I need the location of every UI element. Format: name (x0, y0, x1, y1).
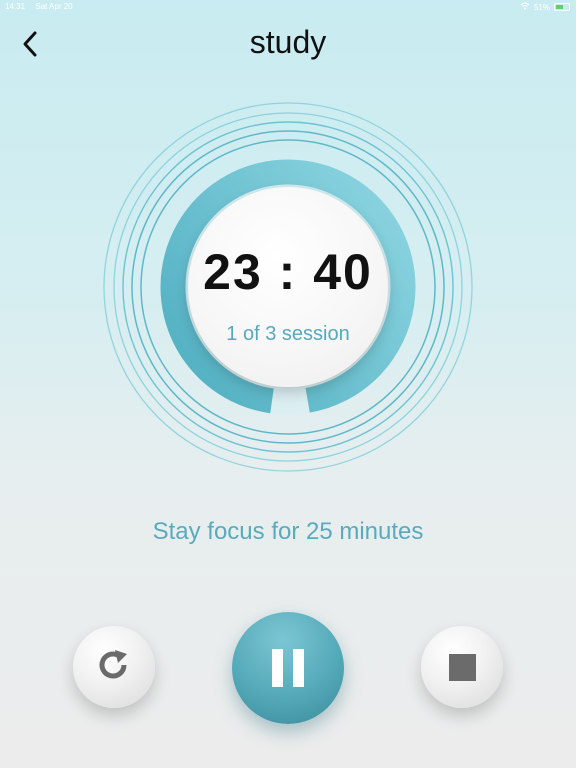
status-left: 14:31 Sat Apr 20 (5, 2, 81, 11)
stop-icon (448, 653, 476, 681)
status-time: 14:31 (5, 2, 26, 11)
timer-display: 23 : 40 (203, 244, 373, 300)
battery-percent: 51% (533, 2, 550, 12)
status-right: 51% (520, 2, 570, 12)
wifi-icon (520, 2, 530, 12)
focus-message: Stay focus for 25 minutes (152, 518, 424, 545)
status-date: Sat Apr 20 (35, 2, 73, 11)
pause-bar-left (272, 649, 283, 687)
stop-button[interactable] (421, 626, 503, 708)
timer-area: 23 : 40 1 of 3 session (96, 96, 480, 480)
pause-button[interactable] (232, 612, 344, 724)
session-label: 1 of 3 session (226, 323, 350, 345)
restart-button[interactable] (73, 626, 155, 708)
status-bar: 14:31 Sat Apr 20 51% (0, 0, 576, 14)
refresh-icon (94, 645, 134, 689)
battery-icon (554, 3, 570, 11)
page-title: study (249, 24, 327, 60)
timer-face: 23 : 40 1 of 3 session (188, 187, 388, 387)
pause-icon (267, 649, 309, 687)
pause-bar-right (293, 649, 304, 687)
